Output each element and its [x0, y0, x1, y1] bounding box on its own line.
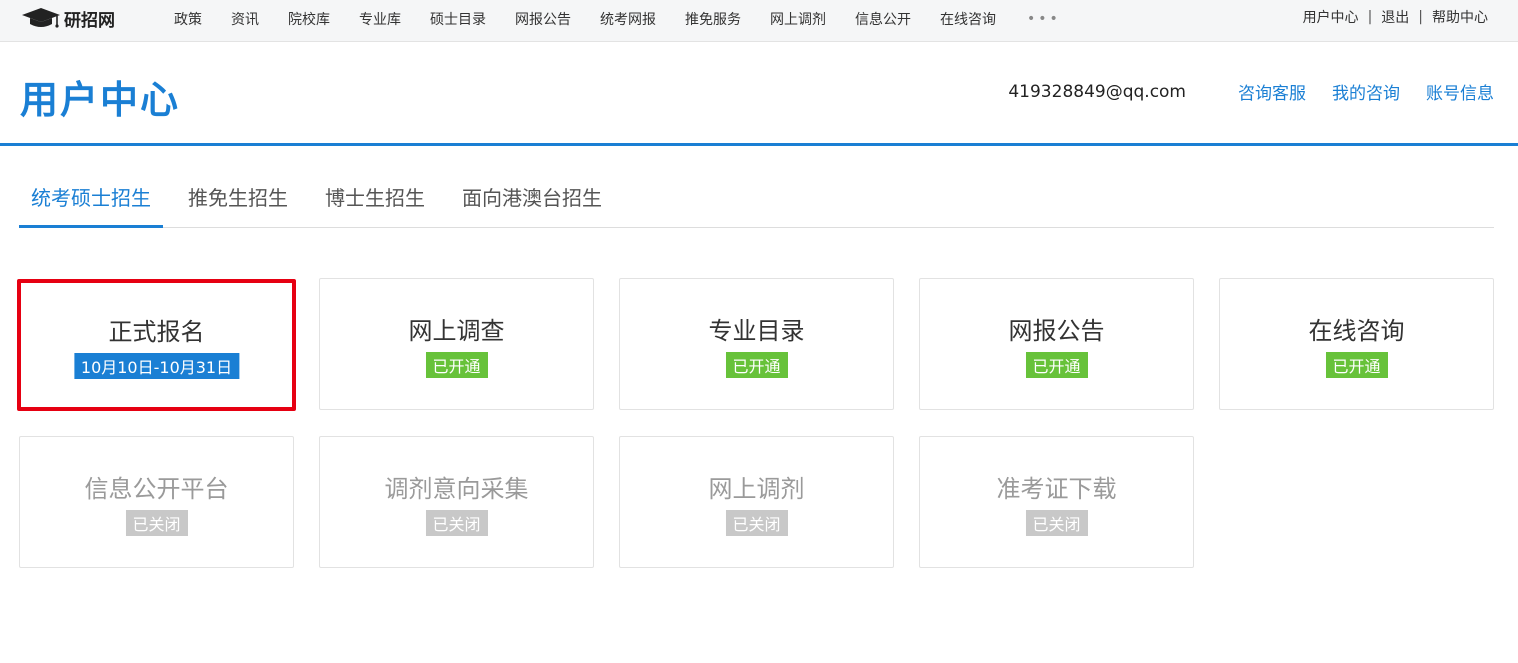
card-formal-registration[interactable]: 正式报名 10月10日-10月31日: [17, 279, 296, 411]
site-logo[interactable]: 研招网: [20, 6, 115, 31]
nav-item-major-library[interactable]: 专业库: [359, 9, 401, 29]
status-badge: 已关闭: [425, 510, 488, 536]
customer-service-link[interactable]: 咨询客服: [1238, 79, 1306, 104]
nav-item-policy[interactable]: 政策: [174, 9, 202, 29]
separator: |: [1367, 9, 1373, 25]
status-badge: 已关闭: [725, 510, 788, 536]
nav-item-master-catalog[interactable]: 硕士目录: [430, 9, 486, 29]
status-badge: 已开通: [1025, 352, 1088, 378]
card-title: 专业目录: [708, 317, 805, 345]
more-menu-icon[interactable]: •••: [1027, 11, 1061, 27]
user-email: 419328849@qq.com: [1008, 81, 1186, 102]
status-badge: 已关闭: [125, 510, 188, 536]
card-title: 网上调查: [408, 317, 505, 345]
nav-item-registration-notice[interactable]: 网报公告: [515, 9, 571, 29]
status-badge: 已开通: [725, 352, 788, 378]
card-online-survey[interactable]: 网上调查 已开通: [319, 278, 594, 410]
nav-item-online-consult[interactable]: 在线咨询: [940, 9, 996, 29]
graduation-cap-icon: [22, 8, 60, 28]
card-registration-notice[interactable]: 网报公告 已开通: [919, 278, 1194, 410]
card-title: 在线咨询: [1308, 317, 1405, 345]
nav-item-school-library[interactable]: 院校库: [288, 9, 330, 29]
top-nav-bar: 研招网 政策 资讯 院校库 专业库 硕士目录 网报公告 统考网报 推免服务 网上…: [0, 0, 1518, 42]
card-online-consult[interactable]: 在线咨询 已开通: [1219, 278, 1494, 410]
card-adjustment-intent[interactable]: 调剂意向采集 已关闭: [319, 436, 594, 568]
tab-unified-master[interactable]: 统考硕士招生: [19, 170, 163, 228]
user-center-link[interactable]: 用户中心: [1303, 7, 1359, 27]
top-right-links: 用户中心 | 退出 | 帮助中心: [1303, 0, 1488, 34]
tab-hk-macao-taiwan[interactable]: 面向港澳台招生: [450, 170, 614, 228]
header-links: 419328849@qq.com 咨询客服 我的咨询 账号信息: [1008, 79, 1494, 105]
card-major-catalog[interactable]: 专业目录 已开通: [619, 278, 894, 410]
status-badge: 已关闭: [1025, 510, 1088, 536]
card-admission-ticket-download[interactable]: 准考证下载 已关闭: [919, 436, 1194, 568]
status-badge: 已开通: [1325, 352, 1388, 378]
site-logo-text: 研招网: [64, 10, 115, 31]
tab-recommended-students[interactable]: 推免生招生: [176, 170, 300, 228]
nav-item-recommendation-service[interactable]: 推免服务: [685, 9, 741, 29]
card-online-adjustment[interactable]: 网上调剂 已关闭: [619, 436, 894, 568]
nav-item-exam-registration[interactable]: 统考网报: [600, 9, 656, 29]
card-info-disclosure-platform[interactable]: 信息公开平台 已关闭: [19, 436, 294, 568]
tab-doctoral[interactable]: 博士生招生: [313, 170, 437, 228]
logout-link[interactable]: 退出: [1381, 7, 1409, 27]
card-title: 网上调剂: [708, 475, 805, 503]
separator: |: [1418, 9, 1423, 25]
card-title: 正式报名: [108, 318, 205, 346]
account-info-link[interactable]: 账号信息: [1426, 79, 1494, 104]
card-title: 调剂意向采集: [384, 475, 529, 503]
page-header: 用户中心 419328849@qq.com 咨询客服 我的咨询 账号信息: [0, 43, 1518, 146]
card-title: 信息公开平台: [84, 475, 229, 503]
card-title: 准考证下载: [996, 475, 1117, 503]
nav-item-info-disclosure[interactable]: 信息公开: [855, 9, 911, 29]
help-center-link[interactable]: 帮助中心: [1432, 7, 1488, 27]
status-badge: 已开通: [425, 352, 488, 378]
admission-type-tabs: 统考硕士招生 推免生招生 博士生招生 面向港澳台招生: [19, 170, 1494, 228]
nav-item-online-adjustment[interactable]: 网上调剂: [770, 9, 826, 29]
page-title: 用户中心: [20, 78, 181, 122]
nav-item-news[interactable]: 资讯: [231, 9, 259, 29]
my-consultations-link[interactable]: 我的咨询: [1332, 79, 1400, 104]
registration-period-badge: 10月10日-10月31日: [73, 353, 240, 379]
card-title: 网报公告: [1008, 317, 1105, 345]
main-nav: 政策 资讯 院校库 专业库 硕士目录 网报公告 统考网报 推免服务 网上调剂 信…: [174, 0, 1061, 38]
